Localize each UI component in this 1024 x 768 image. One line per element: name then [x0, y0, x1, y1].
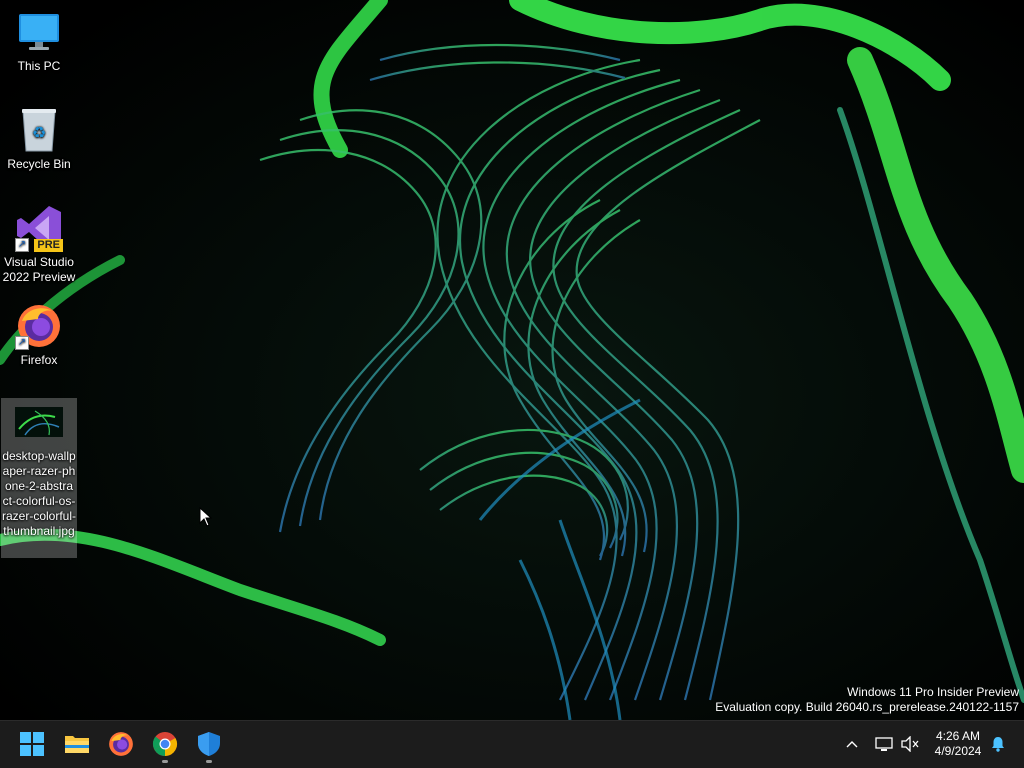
file-explorer-icon	[65, 736, 89, 753]
visual-studio-icon: PRE ↗	[15, 204, 63, 252]
mouse-cursor-icon	[199, 507, 213, 527]
desktop-icon-recycle-bin[interactable]: ♻ Recycle Bin	[1, 106, 77, 172]
shortcut-arrow-icon: ↗	[15, 336, 29, 350]
watermark-edition: Windows 11 Pro Insider Preview	[847, 685, 1019, 699]
wallpaper	[0, 0, 1024, 720]
taskbar-file-explorer[interactable]	[57, 724, 97, 764]
clock-date: 4/9/2024	[934, 744, 982, 758]
taskbar: 4:26 AM 4/9/2024	[0, 720, 1024, 768]
taskbar-chrome[interactable]	[145, 724, 185, 764]
pre-badge: PRE	[34, 239, 63, 252]
desktop-icon-firefox[interactable]: ↗ Firefox	[1, 302, 77, 368]
running-indicator	[206, 760, 212, 763]
notification-center-button[interactable]	[984, 724, 1012, 764]
desktop[interactable]: This PC ♻ Recycle Bin PRE ↗ Visual Studi…	[0, 0, 1024, 720]
windows-watermark: Windows 11 Pro Insider Preview Evaluatio…	[715, 685, 1019, 715]
desktop-icon-label: Recycle Bin	[7, 157, 71, 171]
watermark-build: Evaluation copy. Build 26040.rs_prerelea…	[715, 700, 1019, 714]
desktop-icon-this-pc[interactable]: This PC	[1, 8, 77, 74]
desktop-icon-visual-studio[interactable]: PRE ↗ Visual Studio 2022 Preview	[1, 204, 77, 285]
clock-time: 4:26 AM	[935, 729, 981, 743]
desktop-icon-wallpaper-file[interactable]: desktop-wallpaper-razer-phone-2-abstract…	[1, 398, 77, 558]
monitor-icon	[15, 8, 63, 56]
network-icon	[875, 737, 893, 751]
firefox-icon: ↗	[15, 302, 63, 350]
network-status[interactable]	[870, 724, 898, 764]
desktop-icon-label: Visual Studio 2022 Preview	[2, 255, 76, 284]
recycle-bin-icon: ♻	[15, 106, 63, 154]
windows-security-icon	[198, 732, 220, 756]
shortcut-arrow-icon: ↗	[15, 238, 29, 252]
bell-icon	[992, 737, 1004, 752]
running-indicator	[162, 760, 168, 763]
svg-text:♻: ♻	[32, 123, 46, 142]
clock[interactable]: 4:26 AM 4/9/2024	[926, 724, 990, 764]
image-file-icon	[15, 398, 63, 446]
desktop-icon-label: desktop-wallpaper-razer-phone-2-abstract…	[2, 449, 77, 538]
volume-status[interactable]	[896, 724, 924, 764]
start-icon	[20, 732, 44, 756]
chrome-icon	[152, 732, 178, 756]
show-hidden-icons-button[interactable]	[838, 724, 866, 764]
start-button[interactable]	[12, 724, 52, 764]
taskbar-windows-security[interactable]	[189, 724, 229, 764]
chevron-up-icon	[846, 741, 858, 748]
desktop-icon-label: This PC	[17, 59, 61, 73]
taskbar-firefox[interactable]	[101, 724, 141, 764]
firefox-icon	[109, 732, 133, 756]
desktop-icon-label: Firefox	[20, 353, 58, 367]
volume-muted-icon	[901, 736, 919, 752]
